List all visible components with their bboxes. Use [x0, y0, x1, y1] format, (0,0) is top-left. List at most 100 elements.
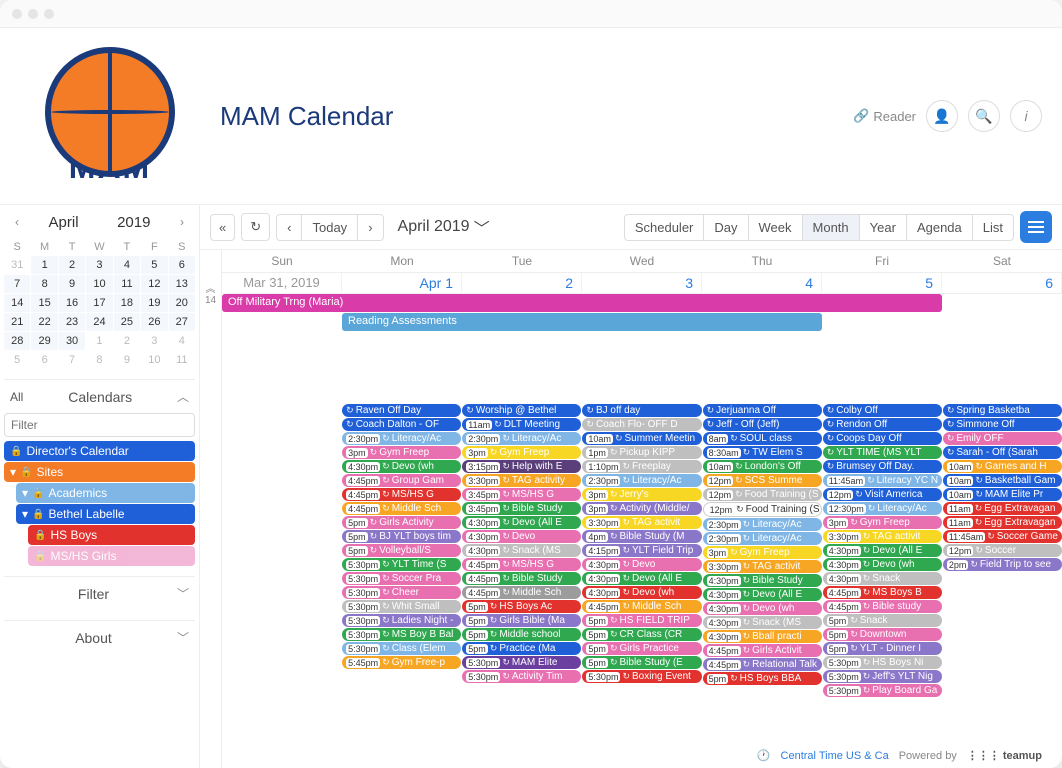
event[interactable]: 11:45am↻Soccer Game	[943, 530, 1062, 543]
event[interactable]: ↻Sarah - Off (Sarah	[943, 446, 1062, 459]
event[interactable]: 12pm↻Food Training (S	[703, 488, 822, 501]
event[interactable]: ↻Coach Dalton - OF	[342, 418, 461, 431]
event[interactable]: 5:45pm↻Gym Free-p	[342, 656, 461, 669]
event[interactable]: 3pm↻Gym Freep	[823, 516, 942, 529]
event[interactable]: 5:30pm↻Activity Tim	[462, 670, 581, 683]
event[interactable]: 5:30pm↻Cheer	[342, 586, 461, 599]
month-picker[interactable]: April 2019 ﹀	[398, 215, 490, 239]
minical-day[interactable]: 1	[31, 256, 57, 274]
event[interactable]: 5:30pm↻Jeff's YLT Nig	[823, 670, 942, 683]
event[interactable]: ↻YLT TIME (MS YLT	[823, 446, 942, 459]
minical-day[interactable]: 28	[4, 332, 30, 350]
minical-day[interactable]: 3	[86, 256, 112, 274]
minical-day[interactable]: 12	[141, 275, 167, 293]
event[interactable]: 3pm↻Gym Freep	[462, 446, 581, 459]
minical-day[interactable]: 17	[86, 294, 112, 312]
event[interactable]: 4:30pm↻Devo	[462, 530, 581, 543]
event[interactable]: 5:30pm↻Boxing Event	[582, 670, 701, 683]
event[interactable]: 2pm↻Field Trip to see	[943, 558, 1062, 571]
minical-day[interactable]: 7	[4, 275, 30, 293]
minical-day[interactable]: 11	[114, 275, 140, 293]
event[interactable]: 5pm↻Volleyball/S	[342, 544, 461, 557]
minical-day[interactable]: 1	[86, 332, 112, 350]
event[interactable]: 10am↻Summer Meetin	[582, 432, 701, 445]
view-tab-year[interactable]: Year	[860, 215, 907, 240]
event[interactable]: 4:30pm↻Bible Study	[703, 574, 822, 587]
date-cell[interactable]: 2	[462, 273, 582, 293]
event[interactable]: 5:30pm↻Soccer Pra	[342, 572, 461, 585]
event[interactable]: 5:30pm↻MAM Elite	[462, 656, 581, 669]
event[interactable]: 1:10pm↻Freeplay	[582, 460, 701, 473]
event[interactable]: 5:30pm↻Play Board Ga	[823, 684, 942, 697]
event[interactable]: 11:45am↻Literacy YC N	[823, 474, 942, 487]
minical-day[interactable]: 13	[169, 275, 195, 293]
event[interactable]: 4:45pm↻Middle Sch	[462, 586, 581, 599]
timezone-link[interactable]: Central Time US & Ca	[781, 750, 889, 762]
event[interactable]: ↻Raven Off Day	[342, 404, 461, 417]
event[interactable]: 5pm↻Girls Practice	[582, 642, 701, 655]
event[interactable]: ↻Jerjuanna Off	[703, 404, 822, 417]
minical-day[interactable]: 31	[4, 256, 30, 274]
minical-prev[interactable]: ‹	[8, 213, 26, 231]
minical-day[interactable]: 24	[86, 313, 112, 331]
view-tab-scheduler[interactable]: Scheduler	[625, 215, 705, 240]
event[interactable]: 3:30pm↻TAG activit	[582, 516, 701, 529]
event[interactable]: ↻Coach Flo- OFF D	[582, 418, 701, 431]
event[interactable]: 4:45pm↻MS Boys B	[823, 586, 942, 599]
view-tab-week[interactable]: Week	[749, 215, 803, 240]
event[interactable]: 5pm↻HS FIELD TRIP	[582, 614, 701, 627]
view-tab-month[interactable]: Month	[803, 215, 860, 240]
event[interactable]: 4:45pm↻Girls Activit	[703, 644, 822, 657]
event[interactable]: 5pm↻BJ YLT boys tim	[342, 530, 461, 543]
event[interactable]: 11am↻DLT Meeting	[462, 418, 581, 431]
event[interactable]: 5pm↻Bible Study (E	[582, 656, 701, 669]
event[interactable]: 2:30pm↻Literacy/Ac	[703, 532, 822, 545]
minical-day[interactable]: 4	[114, 256, 140, 274]
event[interactable]: 4:30pm↻Devo (All E	[823, 544, 942, 557]
minical-day[interactable]: 7	[59, 351, 85, 369]
minical-day[interactable]: 23	[59, 313, 85, 331]
event[interactable]: 12:30pm↻Literacy/Ac	[823, 502, 942, 515]
calendar-item[interactable]: ▾ 🔒Sites	[4, 462, 195, 482]
event[interactable]: ↻Jeff - Off (Jeff)	[703, 418, 822, 431]
event[interactable]: 4:30pm↻Bball practi	[703, 630, 822, 643]
filter-header[interactable]: Filter ﹀	[4, 577, 195, 610]
minical-day[interactable]: 11	[169, 351, 195, 369]
minical-next[interactable]: ›	[173, 213, 191, 231]
event[interactable]: 8am↻SOUL class	[703, 432, 822, 445]
event[interactable]: ↻Coops Day Off	[823, 432, 942, 445]
minical-day[interactable]: 5	[4, 351, 30, 369]
date-cell[interactable]: Apr 1	[342, 273, 462, 293]
minical-day[interactable]: 10	[141, 351, 167, 369]
date-cell[interactable]: 4	[702, 273, 822, 293]
event[interactable]: ↻Spring Basketba	[943, 404, 1062, 417]
minical-day[interactable]: 19	[141, 294, 167, 312]
event[interactable]: 4:30pm↻Devo (All E	[703, 588, 822, 601]
event[interactable]: 4:30pm↻Devo	[582, 558, 701, 571]
minical-day[interactable]: 6	[31, 351, 57, 369]
event[interactable]: 4pm↻Bible Study (M	[582, 530, 701, 543]
minical-day[interactable]: 8	[86, 351, 112, 369]
date-cell[interactable]: 5	[822, 273, 942, 293]
nav-first-button[interactable]: «	[210, 214, 235, 241]
event[interactable]: 5pm↻Girls Activity	[342, 516, 461, 529]
event[interactable]: ↻Emily OFF	[943, 432, 1062, 445]
event[interactable]: 12pm↻Visit America	[823, 488, 942, 501]
event[interactable]: 5:30pm↻Class (Elem	[342, 642, 461, 655]
minical-day[interactable]: 25	[114, 313, 140, 331]
minical-day[interactable]: 26	[141, 313, 167, 331]
event[interactable]: 4:45pm↻Bible Study	[462, 572, 581, 585]
event[interactable]: 4:30pm↻Snack	[823, 572, 942, 585]
event[interactable]: 4:30pm↻Snack (MS	[703, 616, 822, 629]
minical-day[interactable]: 29	[31, 332, 57, 350]
event[interactable]: 5:30pm↻MS Boy B Bal	[342, 628, 461, 641]
event[interactable]: 4:30pm↻Devo (All E	[582, 572, 701, 585]
event[interactable]: 1pm↻Pickup KIPP	[582, 446, 701, 459]
event[interactable]: 4:45pm↻Relational Talk	[703, 658, 822, 671]
about-header[interactable]: About ﹀	[4, 621, 195, 654]
event[interactable]: ↻Brumsey Off Day.	[823, 460, 942, 473]
minical-day[interactable]: 2	[114, 332, 140, 350]
event[interactable]: 5pm↻Snack	[823, 614, 942, 627]
event[interactable]: 4:30pm↻Devo (wh	[703, 602, 822, 615]
event[interactable]: ↻Worship @ Bethel	[462, 404, 581, 417]
